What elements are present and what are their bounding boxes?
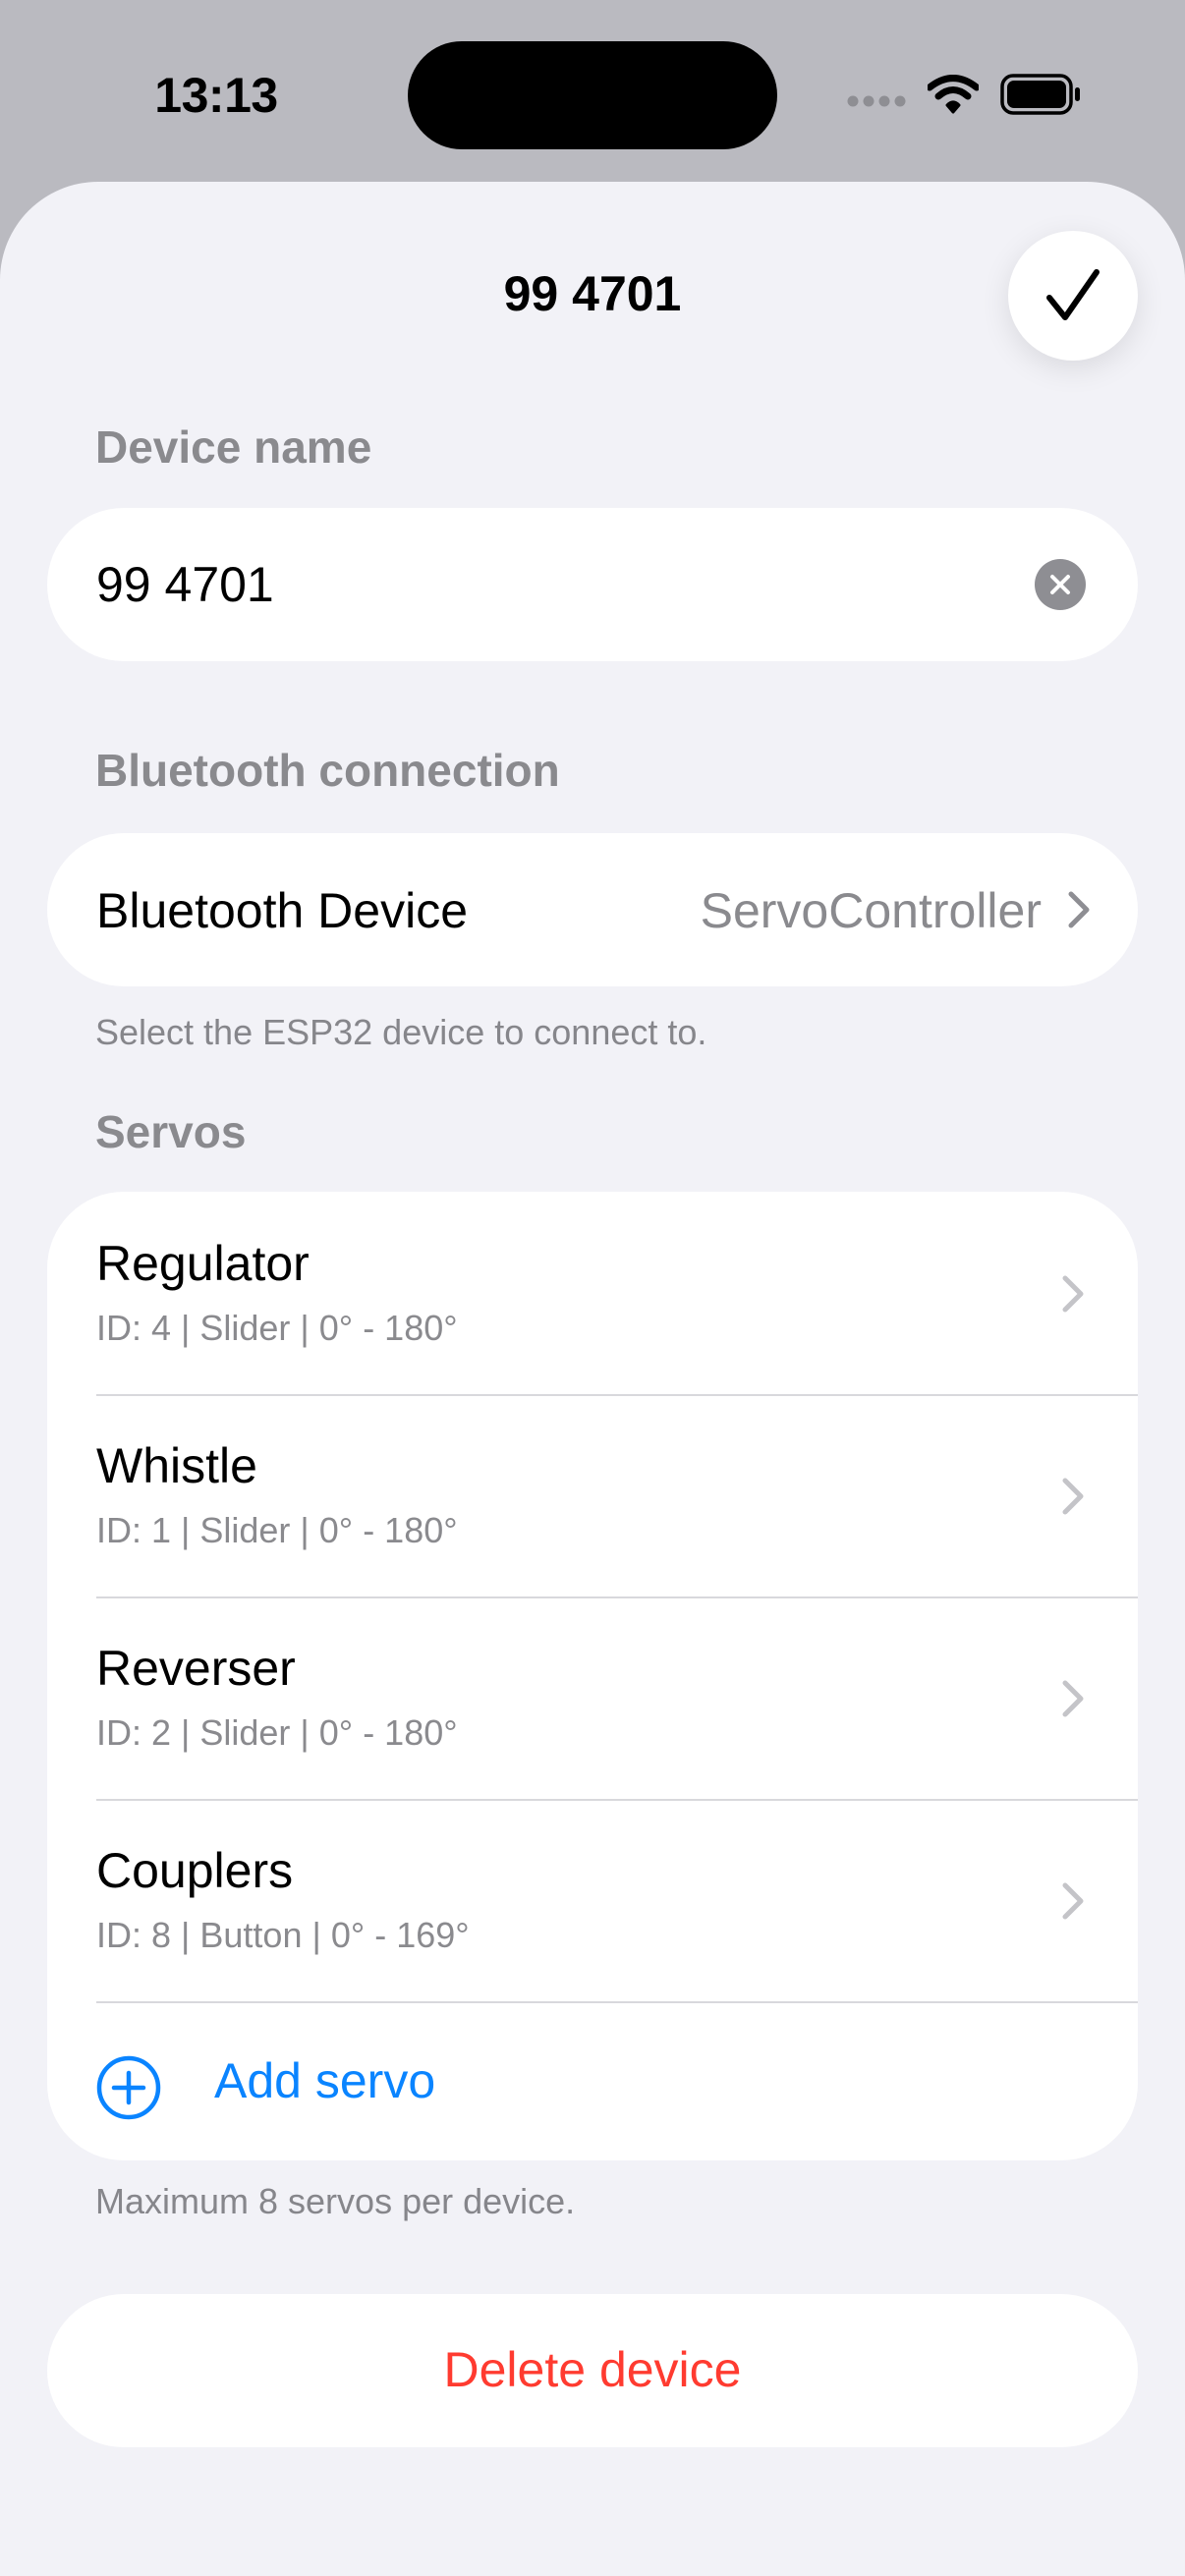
servos-footnote: Maximum 8 servos per device.: [95, 2181, 576, 2221]
servo-row-couplers[interactable]: Couplers ID: 8 | Button | 0° - 169°: [47, 1799, 1138, 2001]
chevron-right-icon: [1062, 1882, 1084, 1920]
servo-detail: ID: 2 | Slider | 0° - 180°: [96, 1712, 458, 1753]
servos-card: Regulator ID: 4 | Slider | 0° - 180° Whi…: [47, 1192, 1138, 2160]
chevron-right-icon: [1068, 891, 1090, 928]
servo-name: Regulator: [96, 1236, 310, 1291]
chevron-right-icon: [1062, 1478, 1084, 1515]
device-name-card: [47, 508, 1138, 661]
bluetooth-device-label: Bluetooth Device: [96, 883, 469, 938]
done-button[interactable]: [1008, 231, 1138, 361]
add-servo-label: Add servo: [214, 2053, 436, 2108]
clear-text-button[interactable]: [1035, 559, 1086, 610]
status-icons: [847, 69, 1083, 128]
battery-icon: [1000, 74, 1080, 115]
servo-row-reverser[interactable]: Reverser ID: 2 | Slider | 0° - 180°: [47, 1596, 1138, 1799]
bluetooth-footnote: Select the ESP32 device to connect to.: [95, 1012, 707, 1052]
servo-detail: ID: 1 | Slider | 0° - 180°: [96, 1510, 458, 1550]
cellular-dots-icon: [847, 95, 906, 107]
add-servo-button[interactable]: Add servo: [47, 2003, 1138, 2160]
status-time: 13:13: [154, 68, 278, 123]
bluetooth-device-row[interactable]: Bluetooth Device ServoController: [47, 833, 1138, 986]
servo-name: Couplers: [96, 1843, 294, 1898]
plus-circle-icon: [96, 2055, 161, 2120]
status-bar: 13:13: [0, 0, 1185, 182]
device-name-section-label: Device name: [95, 421, 372, 473]
nav-title: 99 4701: [503, 266, 682, 321]
servo-detail: ID: 4 | Slider | 0° - 180°: [96, 1308, 458, 1348]
wifi-icon: [928, 75, 979, 114]
dynamic-island: [408, 41, 777, 149]
bluetooth-section-label: Bluetooth connection: [95, 745, 560, 796]
edit-device-sheet: 99 4701 Device name Bluetooth connection…: [0, 182, 1185, 2576]
chevron-right-icon: [1062, 1275, 1084, 1313]
servo-row-regulator[interactable]: Regulator ID: 4 | Slider | 0° - 180°: [47, 1192, 1138, 1394]
chevron-right-icon: [1062, 1680, 1084, 1717]
checkmark-icon: [1046, 269, 1100, 320]
servo-detail: ID: 8 | Button | 0° - 169°: [96, 1915, 470, 1955]
servos-section-label: Servos: [95, 1106, 247, 1157]
servo-name: Reverser: [96, 1641, 296, 1696]
clear-icon: [1050, 575, 1070, 594]
servo-row-whistle[interactable]: Whistle ID: 1 | Slider | 0° - 180°: [47, 1394, 1138, 1596]
device-name-input[interactable]: [96, 537, 1020, 632]
delete-device-label: Delete device: [443, 2342, 742, 2397]
bluetooth-device-value: ServoController: [700, 883, 1042, 938]
servo-name: Whistle: [96, 1438, 257, 1493]
delete-device-button[interactable]: Delete device: [47, 2294, 1138, 2447]
